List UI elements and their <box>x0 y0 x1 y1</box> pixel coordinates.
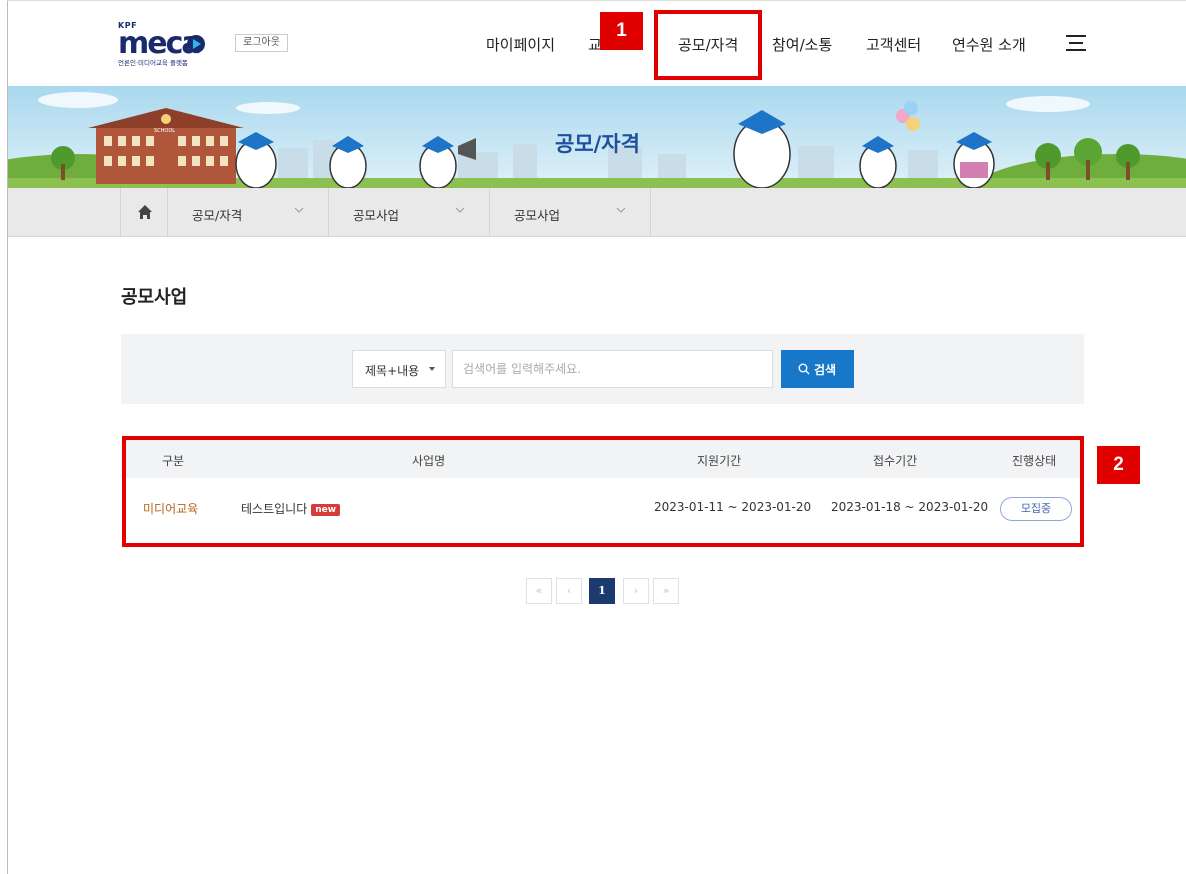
breadcrumb-depth3-label: 공모사업 <box>514 208 561 223</box>
nav-mypage[interactable]: 마이페이지 <box>486 34 555 56</box>
page-banner: SCHOOL 공모/자격 <box>8 86 1186 188</box>
pagination-next-button[interactable]: › <box>623 578 649 604</box>
breadcrumb: 공모/자격 공모사업 공모사업 <box>8 188 1186 237</box>
breadcrumb-home[interactable] <box>120 188 168 237</box>
banner-title: 공모/자격 <box>555 132 640 156</box>
nav-institute-intro[interactable]: 연수원 소개 <box>952 34 1026 56</box>
breadcrumb-depth1[interactable]: 공모/자격 <box>168 188 329 237</box>
meca-logo[interactable]: KPF meca 언론인·미디어교육 플랫폼 <box>118 21 218 71</box>
annotation-highlight-1 <box>654 10 762 80</box>
search-icon <box>798 363 810 375</box>
caret-down-icon <box>429 367 435 371</box>
annotation-badge-2: 2 <box>1097 446 1140 484</box>
annotation-highlight-2 <box>122 436 1084 547</box>
logo-wordmark: meca <box>118 27 205 57</box>
chevron-down-icon <box>455 207 465 213</box>
hamburger-menu-icon[interactable] <box>1066 35 1086 56</box>
search-field-select[interactable]: 제목+내용 <box>352 350 446 388</box>
nav-participation[interactable]: 참여/소통 <box>772 34 832 56</box>
nav-customer-center[interactable]: 고객센터 <box>866 34 921 56</box>
search-button-label: 검색 <box>814 363 837 377</box>
breadcrumb-depth3[interactable]: 공모사업 <box>490 188 651 237</box>
logout-button[interactable]: 로그아웃 <box>235 34 288 52</box>
search-button[interactable]: 검색 <box>781 350 854 388</box>
site-header: KPF meca 언론인·미디어교육 플랫폼 로그아웃 마이페이지 교 공모/자… <box>8 1 1186 86</box>
school-sign: SCHOOL <box>154 128 175 134</box>
annotation-badge-1: 1 <box>600 12 643 50</box>
page-title: 공모사업 <box>121 287 188 308</box>
chevron-down-icon <box>616 207 626 213</box>
pagination-prev-button[interactable]: ‹ <box>556 578 582 604</box>
search-field-select-value: 제목+내용 <box>365 364 420 378</box>
chevron-down-icon <box>294 207 304 213</box>
breadcrumb-depth2-label: 공모사업 <box>353 208 400 223</box>
breadcrumb-depth2[interactable]: 공모사업 <box>329 188 490 237</box>
home-icon <box>138 205 152 219</box>
pagination-page-1[interactable]: 1 <box>589 578 615 604</box>
search-input[interactable] <box>452 350 773 388</box>
pagination-last-button[interactable]: » <box>653 578 679 604</box>
logo-subtitle: 언론인·미디어교육 플랫폼 <box>118 59 188 67</box>
pagination-first-button[interactable]: « <box>526 578 552 604</box>
breadcrumb-depth1-label: 공모/자격 <box>192 208 243 223</box>
